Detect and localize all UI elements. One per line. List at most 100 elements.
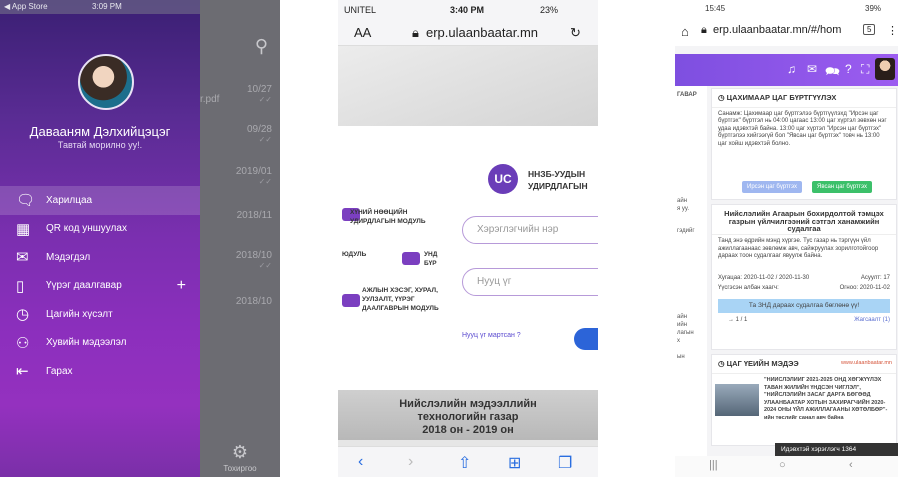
avatar[interactable] bbox=[875, 58, 895, 80]
menu-item-profile[interactable]: ⚇ Хувийн мэдээлэл bbox=[0, 329, 200, 358]
password-input[interactable]: Нууц үг bbox=[462, 268, 598, 296]
column-label: гэдийг bbox=[677, 228, 695, 234]
greeting-text: Тавтай морилно уу!. bbox=[57, 140, 143, 150]
bell-icon[interactable]: ♫ bbox=[787, 62, 796, 76]
pagination[interactable]: → 1 / 1 bbox=[728, 317, 747, 323]
file-name: r.pdf bbox=[200, 94, 220, 105]
list-item[interactable]: 09/28 ✓✓ bbox=[200, 124, 280, 144]
add-task-button[interactable]: + bbox=[177, 277, 186, 295]
logout-icon: ⇤ bbox=[16, 363, 29, 381]
phone-screen-menu: ⚲ 10/27 ✓✓ r.pdf 09/28 ✓✓ 2019/01 ✓✓ 2018/1… bbox=[0, 0, 280, 477]
menu-item-chat[interactable]: 🗨 Харилцаа bbox=[0, 186, 200, 215]
column-label: ийн bbox=[677, 322, 688, 328]
back-icon[interactable]: ‹ bbox=[849, 459, 853, 471]
card-title: Нийслэлийн Агаарын бохирдолтой тэмцэх га… bbox=[712, 205, 896, 235]
reload-icon[interactable]: ↻ bbox=[570, 25, 581, 41]
module-label: ЮДУЛЬ bbox=[342, 251, 367, 258]
tab-count[interactable]: 5 bbox=[863, 24, 876, 35]
fullscreen-icon[interactable]: ⛶ bbox=[861, 62, 869, 77]
survey-dates: Хугацаа: 2020-11-02 / 2020-11-30 bbox=[718, 275, 810, 281]
task-icon: ▯ bbox=[16, 277, 25, 295]
search-icon[interactable]: ⚲ bbox=[255, 36, 268, 57]
module-icon bbox=[402, 252, 420, 265]
more-icon[interactable]: ⋮ bbox=[887, 24, 898, 37]
menu-item-tasks[interactable]: ▯ Үүрэг даалгавар + bbox=[0, 272, 200, 301]
mail-icon: ✉ bbox=[16, 249, 29, 267]
list-item[interactable]: 2018/10 bbox=[200, 296, 280, 307]
check-in-button[interactable]: Ирсэн цаг бүртгэх bbox=[742, 181, 802, 193]
navigation-drawer: ◀ App Store 3:09 PM Давааням Дэлхийцэцэг… bbox=[0, 0, 200, 477]
gear-icon[interactable]: ⚙ bbox=[216, 442, 264, 463]
mail-icon[interactable]: ✉ bbox=[807, 62, 817, 76]
column-label: ын bbox=[677, 354, 685, 360]
clock-icon: ◷ bbox=[718, 359, 727, 368]
back-icon[interactable]: ‹ bbox=[358, 453, 363, 471]
time-register-card: ◷ ЦАХИМААР ЦАГ БҮРТГҮҮЛЭХ Санамж: Цахима… bbox=[711, 88, 897, 200]
survey-creator: Үүсгэсэн албан хаагч: bbox=[718, 285, 779, 291]
clock: 3:09 PM bbox=[92, 2, 122, 11]
list-link[interactable]: Жагсаалт (1) bbox=[854, 317, 890, 325]
home-icon[interactable]: ⌂ bbox=[681, 24, 689, 39]
column-label: х bbox=[677, 338, 680, 344]
menu-item-time-request[interactable]: ◷ Цагийн хүсэлт bbox=[0, 300, 200, 329]
help-icon[interactable]: ? bbox=[845, 62, 852, 76]
share-icon[interactable]: ⇧ bbox=[458, 453, 471, 473]
column-label: лагын bbox=[677, 330, 694, 336]
username-input[interactable]: Хэрэглэгчийн нэр bbox=[462, 216, 598, 244]
login-card: UC ННЗБ-УУДЫН УДИРДЛАГЫН ХҮНИЙ НӨӨЦИЙН УД… bbox=[338, 126, 598, 390]
chat-icon[interactable]: 🗪 bbox=[825, 62, 840, 83]
address-bar[interactable]: ⌂ 🔒︎ erp.ulaanbaatar.mn/#/hom 5 ⋮ bbox=[675, 16, 898, 46]
battery-level: 39% bbox=[865, 4, 882, 13]
menu-label: Үүрэг даалгавар bbox=[46, 280, 122, 292]
list-item[interactable]: 2018/10 ✓✓ bbox=[200, 250, 280, 270]
module-label: АЖЛЫН ХЭСЭГ, ХУРАЛ, УУЛЗАЛТ, ҮҮРЭГ ДААЛГ… bbox=[362, 287, 439, 312]
news-site-link[interactable]: www.ulaanbaatar.mn bbox=[841, 360, 892, 368]
news-body[interactable]: "НИЙСЛЭЛИЙГ 2021-2025 ОНД ХӨГЖҮҮЛЭХ ТАВА… bbox=[764, 377, 894, 443]
home-button-icon[interactable]: ○ bbox=[779, 459, 786, 471]
module-icon bbox=[342, 294, 360, 307]
tabs-icon[interactable]: ❐ bbox=[558, 453, 572, 473]
menu-label: Гарах bbox=[46, 365, 73, 377]
login-button[interactable] bbox=[574, 328, 598, 350]
avatar[interactable] bbox=[78, 54, 134, 110]
reader-text-size-button[interactable]: AA bbox=[354, 25, 371, 40]
footer-text: Нийслэлийн мэдээллийн технологийн газар 20… bbox=[399, 398, 537, 436]
list-item[interactable]: 2019/01 ✓✓ bbox=[200, 166, 280, 186]
lock-icon: 🔒︎ bbox=[701, 24, 707, 36]
menu-item-qr[interactable]: ▦ QR код уншуулах bbox=[0, 215, 200, 244]
clock: 3:40 PM bbox=[450, 5, 485, 15]
logo: UC bbox=[488, 164, 518, 194]
column-label: айн bbox=[677, 314, 688, 320]
android-nav-bar: ||| ○ ‹ bbox=[675, 456, 898, 477]
menu-label: Мэдэгдэл bbox=[46, 251, 91, 263]
question-count: Асуулт: 17 bbox=[860, 275, 890, 281]
phone-screen-dashboard: 15:45 39% ⌂ 🔒︎ erp.ulaanbaatar.mn/#/hom … bbox=[675, 0, 898, 477]
card-body: Санамж: Цахимаар цаг бүртгэлээ бүртгүүлэ… bbox=[718, 110, 887, 147]
address-bar[interactable]: AA 🔒︎ erp.ulaanbaatar.mn ↻ bbox=[338, 18, 598, 46]
news-thumbnail[interactable] bbox=[715, 384, 759, 416]
menu-label: Цагийн хүсэлт bbox=[46, 308, 113, 320]
user-name: Давааням Дэлхийцэцэг bbox=[29, 124, 171, 139]
menu-label: QR код уншуулах bbox=[46, 223, 127, 235]
card-title: ЦАХИМААР ЦАГ БҮРТГҮҮЛЭХ bbox=[726, 93, 837, 102]
list-item[interactable]: 2018/11 bbox=[200, 210, 280, 221]
column-label: ГАВАР bbox=[677, 92, 697, 98]
settings-label[interactable]: Тохиргоо bbox=[210, 464, 270, 473]
app-header: ♫ ✉ 🗪 ? ⛶ bbox=[675, 54, 898, 86]
survey-notice[interactable]: Та ЗНД дараах судалгаа бөглөнө үү! bbox=[718, 299, 890, 313]
check-out-button[interactable]: Явсан цаг бүртгэх bbox=[812, 181, 872, 193]
column-label: я уу. bbox=[677, 206, 689, 212]
menu-item-notifications[interactable]: ✉ Мэдэгдэл bbox=[0, 243, 200, 272]
menu-item-logout[interactable]: ⇤ Гарах bbox=[0, 357, 200, 386]
recents-icon[interactable]: ||| bbox=[709, 459, 718, 471]
url-text[interactable]: erp.ulaanbaatar.mn bbox=[426, 25, 538, 40]
survey-card: Нийслэлийн Агаарын бохирдолтой тэмцэх га… bbox=[711, 204, 897, 350]
module-label: УНД БҮР bbox=[424, 251, 438, 267]
battery-level: 23% bbox=[540, 5, 559, 15]
forgot-password-link[interactable]: Нууц үг мартсан ? bbox=[462, 332, 521, 339]
bookmarks-icon[interactable]: ⊞ bbox=[508, 453, 521, 473]
url-text[interactable]: erp.ulaanbaatar.mn/#/hom bbox=[713, 24, 841, 36]
background-image bbox=[338, 46, 598, 126]
lock-icon: 🔒︎ bbox=[412, 25, 419, 40]
status-bar: ◀ App Store 3:09 PM bbox=[0, 0, 200, 14]
